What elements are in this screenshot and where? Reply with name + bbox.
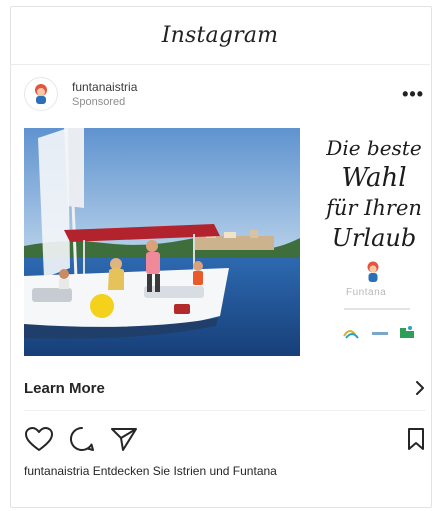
instagram-logo[interactable]: Instagram (162, 23, 278, 48)
partner-logos (343, 326, 414, 339)
post-meta: funtanaistria Sponsored (72, 80, 137, 108)
chevron-right-icon[interactable] (414, 380, 426, 396)
sponsored-label: Sponsored (72, 96, 126, 108)
caption-text: Entdecken Sie Istrien und Funtana (92, 464, 277, 478)
ad-media[interactable]: Die beste Wahl für Ihren Urlaub Funtana (24, 128, 426, 356)
heart-outline-icon[interactable] (24, 426, 54, 452)
bookmark-icon[interactable] (406, 427, 426, 451)
logo-fineprint (344, 308, 410, 310)
post-caption: funtanaistria Entdecken Sie Istrien und … (24, 464, 426, 478)
funtana-mascot-logo (367, 261, 379, 282)
avatar[interactable] (24, 77, 58, 111)
app-header: Instagram (10, 6, 430, 65)
funtana-mascot-icon (35, 84, 47, 104)
ad-slogan: Die beste Wahl für Ihren Urlaub (326, 133, 422, 253)
comment-bubble-icon[interactable] (68, 425, 96, 453)
caption-username[interactable]: funtanaistria (24, 464, 89, 478)
username-link[interactable]: funtanaistria (72, 80, 137, 94)
funtana-logo-text: Funtana (346, 287, 387, 298)
post-actions (24, 424, 426, 454)
slogan-line-3: für Ihren (326, 196, 422, 220)
ad-text-panel: Die beste Wahl für Ihren Urlaub Funtana (300, 128, 426, 356)
learn-more-row[interactable]: Learn More (24, 366, 426, 411)
paper-plane-icon[interactable] (110, 426, 138, 452)
slogan-line-1: Die beste (326, 136, 422, 160)
more-options-icon[interactable]: ••• (402, 84, 424, 105)
slogan-line-2: Wahl (341, 163, 407, 193)
sailboat-photo (24, 128, 300, 356)
post-header: funtanaistria Sponsored ••• (24, 72, 426, 116)
learn-more-label[interactable]: Learn More (24, 380, 105, 397)
slogan-line-4: Urlaub (331, 224, 417, 252)
